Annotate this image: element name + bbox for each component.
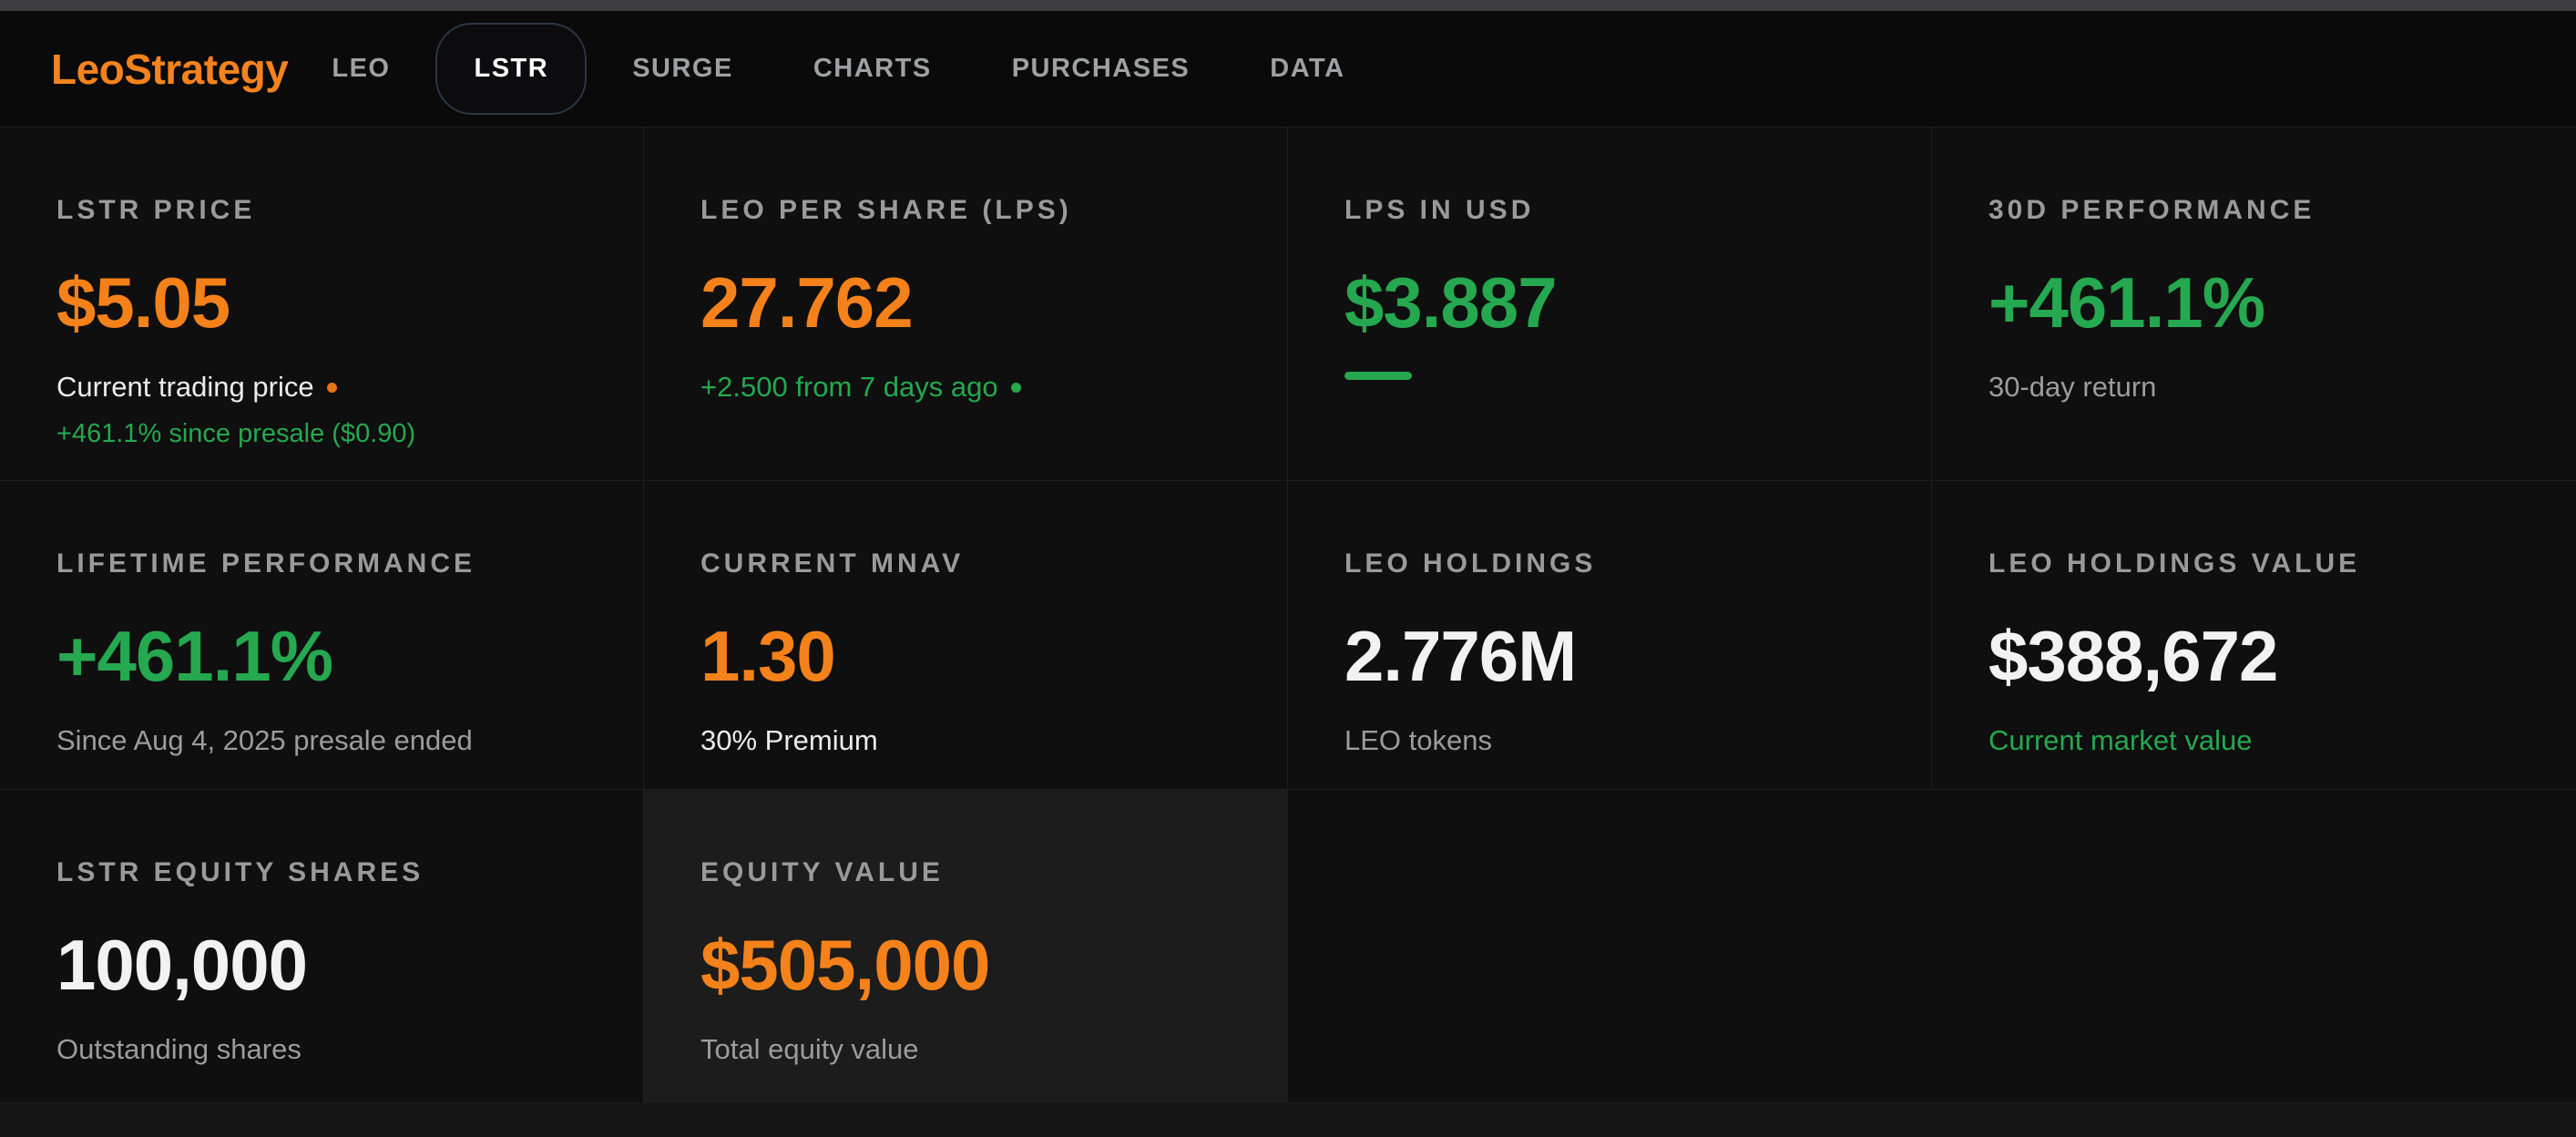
green-underline-bar: [1344, 372, 1412, 380]
green-status-dot-icon: [1011, 383, 1021, 393]
nav-item-charts[interactable]: CHARTS: [773, 54, 972, 84]
card-subtitle: 30% Premium: [700, 723, 1231, 757]
card-label: LEO HOLDINGS VALUE: [1988, 548, 2520, 579]
card-subtitle: Total equity value: [700, 1032, 1232, 1066]
card-subtitle: Current trading price: [56, 370, 587, 404]
card-subtitle-text: Current trading price: [56, 371, 314, 403]
card-value: $505,000: [700, 928, 1232, 1003]
metrics-row-1: LSTR PRICE $5.05 Current trading price +…: [0, 128, 2576, 481]
card-change-text: +2.500 from 7 days ago: [700, 370, 1231, 404]
card-subtitle: Current market value: [1988, 723, 2520, 757]
card-lstr-equity-shares: LSTR EQUITY SHARES 100,000 Outstanding s…: [0, 790, 644, 1102]
nav-item-purchases[interactable]: PURCHASES: [972, 54, 1231, 84]
card-label: 30D PERFORMANCE: [1988, 195, 2520, 226]
orange-status-dot-icon: [327, 383, 337, 393]
nav-item-leo[interactable]: LEO: [291, 54, 430, 84]
card-lifetime-performance: LIFETIME PERFORMANCE +461.1% Since Aug 4…: [0, 481, 644, 789]
card-label: LPS IN USD: [1344, 195, 1875, 226]
card-value: $3.887: [1344, 266, 1875, 341]
metrics-grid: LSTR PRICE $5.05 Current trading price +…: [0, 128, 2576, 1103]
card-change-text: +461.1% since presale ($0.90): [56, 418, 587, 450]
card-label: LEO PER SHARE (LPS): [700, 195, 1231, 226]
card-lstr-price: LSTR PRICE $5.05 Current trading price +…: [0, 128, 644, 480]
card-value: 100,000: [56, 928, 587, 1003]
card-subtitle: 30-day return: [1988, 370, 2520, 404]
card-leo-per-share: LEO PER SHARE (LPS) 27.762 +2.500 from 7…: [644, 128, 1288, 480]
card-label: LSTR EQUITY SHARES: [56, 857, 587, 888]
card-label: CURRENT MNAV: [700, 548, 1231, 579]
card-subtitle: Outstanding shares: [56, 1032, 587, 1066]
card-subtitle: LEO tokens: [1344, 723, 1875, 757]
nav-item-lstr[interactable]: LSTR: [435, 23, 587, 115]
card-equity-value: EQUITY VALUE $505,000 Total equity value: [644, 790, 1288, 1102]
card-subtitle-text: +2.500 from 7 days ago: [700, 371, 998, 403]
card-value: +461.1%: [56, 620, 587, 694]
card-value: $388,672: [1988, 620, 2520, 694]
card-value: $5.05: [56, 266, 587, 341]
card-value: 27.762: [700, 266, 1231, 341]
nav-items: LEO LSTR SURGE CHARTS PURCHASES DATA: [291, 23, 1385, 115]
card-subtitle: Since Aug 4, 2025 presale ended: [56, 723, 587, 757]
card-label: LSTR PRICE: [56, 195, 587, 226]
window-top-strip: [0, 0, 2576, 11]
navbar: LeoStrategy LEO LSTR SURGE CHARTS PURCHA…: [0, 11, 2576, 128]
card-value: 1.30: [700, 620, 1231, 694]
card-label: EQUITY VALUE: [700, 857, 1232, 888]
empty-grid-area: [1288, 790, 2576, 1102]
card-label: LIFETIME PERFORMANCE: [56, 548, 587, 579]
card-leo-holdings-value: LEO HOLDINGS VALUE $388,672 Current mark…: [1932, 481, 2576, 789]
metrics-row-3: LSTR EQUITY SHARES 100,000 Outstanding s…: [0, 790, 2576, 1103]
card-30d-performance: 30D PERFORMANCE +461.1% 30-day return: [1932, 128, 2576, 480]
card-value: +461.1%: [1988, 266, 2520, 341]
card-label: LEO HOLDINGS: [1344, 548, 1875, 579]
card-leo-holdings: LEO HOLDINGS 2.776M LEO tokens: [1288, 481, 1932, 789]
card-value: 2.776M: [1344, 620, 1875, 694]
nav-item-surge[interactable]: SURGE: [592, 54, 773, 84]
card-lps-in-usd: LPS IN USD $3.887: [1288, 128, 1932, 480]
brand-logo[interactable]: LeoStrategy: [51, 45, 288, 94]
metrics-row-2: LIFETIME PERFORMANCE +461.1% Since Aug 4…: [0, 481, 2576, 790]
card-current-mnav: CURRENT MNAV 1.30 30% Premium: [644, 481, 1288, 789]
nav-item-data[interactable]: DATA: [1230, 54, 1385, 84]
